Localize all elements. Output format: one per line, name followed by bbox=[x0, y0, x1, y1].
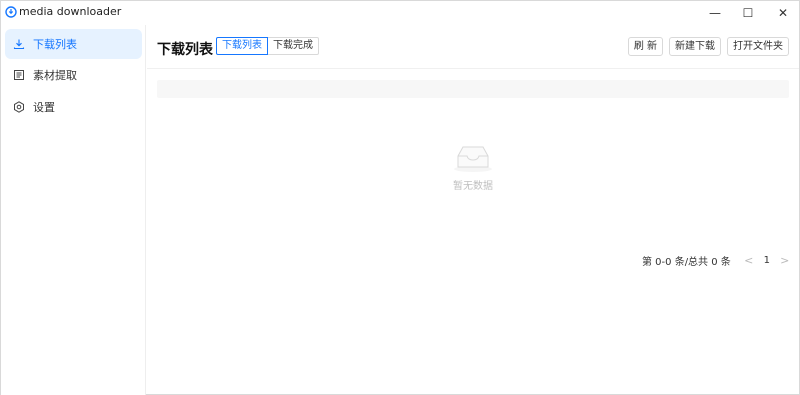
tab-group: 下载列表 下载完成 bbox=[216, 37, 319, 55]
pagination: 第 0-0 条/总共 0 条 < 1 > bbox=[642, 253, 793, 268]
maximize-button[interactable]: ☐ bbox=[730, 1, 766, 25]
page-number[interactable]: 1 bbox=[757, 255, 777, 266]
sidebar-item-download-list[interactable]: 下载列表 bbox=[5, 29, 142, 59]
refresh-button[interactable]: 刷 新 bbox=[627, 37, 663, 56]
sidebar: 下载列表 素材提取 设置 bbox=[1, 25, 146, 395]
open-folder-button[interactable]: 打开文件夹 bbox=[727, 37, 789, 56]
main-content: 下载列表 下载列表 下载完成 刷 新 新建下载 打开文件夹 暂无数据 第 0-0… bbox=[147, 25, 799, 395]
prev-page-button[interactable]: < bbox=[741, 254, 757, 267]
minimize-button[interactable]: — bbox=[697, 1, 733, 25]
pagination-total: 第 0-0 条/总共 0 条 bbox=[642, 257, 731, 268]
window-title: media downloader bbox=[19, 5, 122, 18]
app-window: media downloader — ☐ ✕ 下载列表 素材提取 设置 下载列表… bbox=[0, 0, 800, 395]
tab-download-complete[interactable]: 下载完成 bbox=[268, 37, 319, 55]
empty-inbox-icon bbox=[454, 146, 492, 172]
header-divider bbox=[147, 68, 799, 69]
title-bar: media downloader — ☐ ✕ bbox=[1, 1, 799, 25]
sidebar-item-label: 素材提取 bbox=[33, 69, 77, 82]
next-page-button[interactable]: > bbox=[777, 254, 793, 267]
tab-download-list[interactable]: 下载列表 bbox=[216, 37, 268, 55]
toolbar-actions: 刷 新 新建下载 打开文件夹 bbox=[627, 37, 789, 56]
sidebar-item-label: 设置 bbox=[33, 101, 55, 114]
empty-state: 暂无数据 bbox=[427, 143, 519, 192]
app-logo-icon bbox=[5, 6, 17, 18]
close-button[interactable]: ✕ bbox=[765, 1, 800, 25]
page-title: 下载列表 bbox=[157, 42, 213, 58]
download-icon bbox=[12, 37, 26, 51]
new-download-button[interactable]: 新建下载 bbox=[669, 37, 721, 56]
sidebar-item-settings[interactable]: 设置 bbox=[5, 92, 142, 122]
sidebar-item-material-extract[interactable]: 素材提取 bbox=[5, 60, 142, 90]
table-header bbox=[157, 80, 789, 98]
gear-icon bbox=[12, 100, 26, 114]
document-icon bbox=[12, 68, 26, 82]
sidebar-item-label: 下载列表 bbox=[33, 38, 77, 51]
empty-text: 暂无数据 bbox=[453, 181, 493, 192]
